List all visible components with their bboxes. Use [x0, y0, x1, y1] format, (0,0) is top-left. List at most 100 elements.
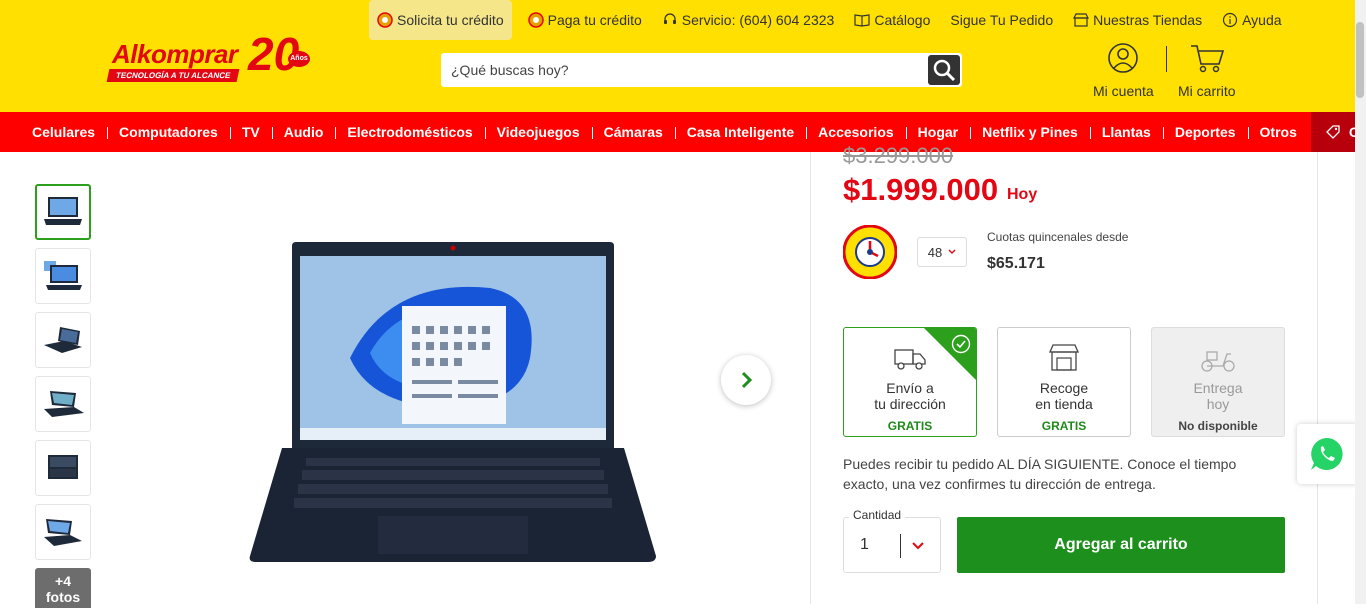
add-to-cart-button[interactable]: Agregar al carrito	[957, 517, 1285, 573]
laptop-thumbnail-icon	[48, 455, 78, 479]
laptop-thumbnail-icon	[44, 327, 82, 353]
shipping-option-store-pickup[interactable]: Recoge en tienda GRATIS	[997, 327, 1131, 437]
nav-item-computadores[interactable]: Computadores	[107, 112, 230, 152]
toplink-catalogo[interactable]: Catálogo	[844, 0, 940, 40]
nav-item-audio[interactable]: Audio	[271, 112, 336, 152]
toplink-sigue-pedido[interactable]: Sigue Tu Pedido	[940, 0, 1063, 40]
thumbnail-5[interactable]	[35, 440, 91, 496]
shipping-option-status: GRATIS	[887, 419, 933, 433]
toplink-label: Catálogo	[874, 12, 931, 28]
old-price: $3.299.000	[843, 143, 954, 168]
shipping-option-status: No disponible	[1178, 419, 1258, 433]
toplink-label: Nuestras Tiendas	[1093, 12, 1203, 28]
shipping-option-line2: hoy	[1206, 396, 1230, 412]
chevron-down-icon	[948, 249, 956, 254]
toplink-label: Servicio: (604) 604 2323	[681, 12, 835, 28]
whatsapp-button[interactable]	[1297, 424, 1357, 484]
product-main-image	[249, 242, 656, 562]
quantity-selector[interactable]: 1	[843, 517, 941, 573]
shipping-option-line2: en tienda	[1035, 396, 1093, 412]
site-header: Alkomprar TECNOLOGÍA A TU ALCANCE 20 Año…	[0, 0, 1355, 112]
alkomprar-logo[interactable]: Alkomprar TECNOLOGÍA A TU ALCANCE 20 Año…	[106, 27, 323, 87]
shipping-option-home[interactable]: Envío a tu dirección GRATIS	[843, 327, 977, 437]
nav-item-otros[interactable]: Otros	[1247, 112, 1309, 152]
laptop-thumbnail-icon	[44, 261, 82, 290]
installment-amount: $65.171	[987, 255, 1045, 272]
more-photos-label: fotos	[45, 589, 81, 605]
catalog-icon	[854, 14, 870, 27]
more-photos-button[interactable]: +4 fotos	[35, 568, 91, 608]
quantity-label: Cantidad	[849, 508, 906, 522]
installments-select[interactable]: 48	[917, 237, 967, 267]
toplink-servicio[interactable]: Servicio: (604) 604 2323	[652, 0, 845, 40]
credit-coin-icon	[377, 12, 393, 28]
toplink-ayuda[interactable]: Ayuda	[1212, 0, 1291, 40]
thumbnail-2[interactable]	[35, 248, 91, 304]
my-cart-label: Mi carrito	[1178, 83, 1236, 99]
toplink-tiendas[interactable]: Nuestras Tiendas	[1063, 0, 1212, 40]
thumbnail-1[interactable]	[35, 184, 91, 240]
logo-anniversary-label: Años	[288, 51, 310, 67]
quantity-value: 1	[860, 536, 869, 553]
thumbnail-gallery: +4 fotos	[35, 184, 91, 608]
nav-item-electrodomesticos[interactable]: Electrodomésticos	[335, 112, 484, 152]
thumbnail-3[interactable]	[35, 312, 91, 368]
truck-icon	[894, 349, 926, 370]
nav-item-casa-inteligente[interactable]: Casa Inteligente	[674, 112, 806, 152]
search-bar	[441, 53, 962, 87]
pay-coin-icon	[527, 12, 544, 28]
thumbnail-4[interactable]	[35, 376, 91, 432]
search-button[interactable]	[928, 55, 960, 85]
nav-item-celulares[interactable]: Celulares	[20, 112, 107, 152]
price-suffix: Hoy	[1007, 186, 1038, 203]
toplink-label: Solicita tu crédito	[397, 12, 504, 28]
whatsapp-icon	[1311, 438, 1343, 470]
shipping-option-line2: tu dirección	[874, 396, 946, 412]
account-divider	[1166, 46, 1167, 72]
top-links: Solicita tu crédito Paga tu crédito Serv…	[369, 0, 1292, 40]
gallery-next-button[interactable]	[721, 355, 771, 405]
info-icon	[1222, 12, 1238, 28]
check-icon	[951, 334, 971, 354]
shipping-option-line1: Recoge	[1039, 380, 1089, 396]
shipping-option-line1: Envío a	[886, 380, 934, 396]
more-photos-count: +4	[55, 573, 71, 589]
toplink-solicita-credito[interactable]: Solicita tu crédito	[369, 0, 512, 40]
nav-item-netflix-pines[interactable]: Netflix y Pines	[970, 112, 1090, 152]
quantity-divider	[900, 534, 901, 558]
nav-item-videojuegos[interactable]: Videojuegos	[484, 112, 592, 152]
category-nav: Celulares Computadores TV Audio Electrod…	[0, 112, 1366, 152]
my-account-label: Mi cuenta	[1093, 83, 1154, 99]
page-scrollbar[interactable]	[1355, 0, 1366, 604]
my-account-button[interactable]: Mi cuenta	[1093, 42, 1154, 99]
logo-wordmark: Alkomprar	[112, 39, 238, 69]
current-price: $1.999.000	[843, 172, 999, 207]
nav-item-deportes[interactable]: Deportes	[1162, 112, 1248, 152]
shipping-option-line1: Entrega	[1193, 380, 1243, 396]
nav-item-tv[interactable]: TV	[229, 112, 272, 152]
store-icon	[1073, 13, 1090, 27]
cart-icon	[1190, 45, 1224, 73]
toplink-paga-credito[interactable]: Paga tu crédito	[518, 0, 652, 40]
shipping-option-today[interactable]: Entrega hoy No disponible	[1151, 327, 1285, 437]
nav-item-camaras[interactable]: Cámaras	[591, 112, 675, 152]
search-icon	[933, 59, 956, 82]
nav-item-llantas[interactable]: Llantas	[1089, 112, 1163, 152]
laptop-thumbnail-icon	[44, 519, 82, 546]
credit-brand-logo	[843, 225, 897, 279]
headset-icon	[663, 13, 676, 24]
toplink-label: Paga tu crédito	[547, 12, 642, 28]
my-cart-button[interactable]: Mi carrito	[1178, 42, 1236, 99]
toplink-label: Ayuda	[1242, 12, 1282, 28]
scrollbar-thumb[interactable]	[1356, 22, 1364, 98]
delivery-note: Puedes recibir tu pedido AL DÍA SIGUIENT…	[843, 456, 1237, 492]
store-icon	[1049, 344, 1079, 371]
chevron-right-icon	[741, 371, 753, 389]
user-icon	[1108, 43, 1139, 73]
logo-tagline: TECNOLOGÍA A TU ALCANCE	[106, 69, 240, 82]
search-input[interactable]	[441, 53, 927, 87]
tag-icon	[1325, 125, 1340, 139]
thumbnail-6[interactable]	[35, 504, 91, 560]
laptop-thumbnail-icon	[44, 391, 84, 417]
toplink-label: Sigue Tu Pedido	[950, 12, 1054, 28]
